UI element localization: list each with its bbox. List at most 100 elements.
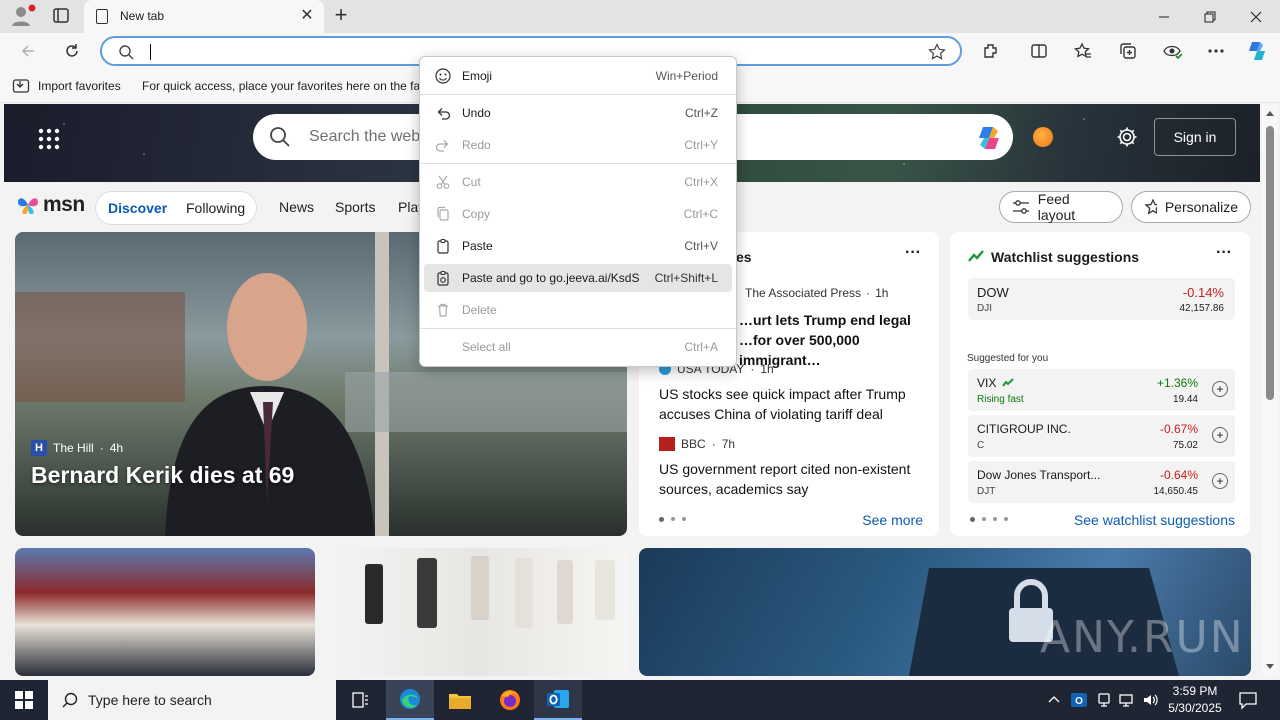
rewards-icon[interactable] [1033,127,1053,147]
collections-icon[interactable] [1115,39,1141,63]
tab-new-tab[interactable]: New tab ✕ [84,0,324,33]
watchlist-top-row[interactable]: DOW DJI -0.14% 42,157.86 [968,278,1235,320]
more-options-icon[interactable] [1203,39,1229,63]
task-view-icon[interactable] [336,680,384,720]
svg-text:O: O [1075,696,1083,707]
sliders-icon [1013,200,1029,214]
news-item-3-age: 7h [721,437,736,451]
close-window-button[interactable] [1233,0,1279,33]
edge-taskbar-icon[interactable] [386,680,434,720]
taskbar-search-placeholder: Type here to search [88,692,212,708]
refresh-button[interactable] [60,39,84,63]
favorite-star-icon[interactable] [928,43,946,61]
personalize-button[interactable]: Personalize [1131,191,1251,223]
taskbar-search-box[interactable]: Type here to search [48,680,336,720]
search-icon [119,45,134,60]
row-1-symbol: VIX [977,376,997,390]
menu-label: Delete [462,303,497,317]
sign-in-button[interactable]: Sign in [1154,118,1236,156]
watchlist-more-icon[interactable]: ··· [1216,244,1232,262]
copy-icon [434,205,452,223]
msn-logo-text: msn [43,193,85,216]
scrollbar-thumb[interactable] [1266,126,1274,400]
row-1-sub: Rising fast [977,394,1024,405]
settings-gear-icon[interactable] [1116,126,1138,148]
row-3-value: 14,650.45 [1153,486,1199,497]
nav-news[interactable]: News [279,199,314,215]
outlook-tray-icon[interactable]: O [1070,691,1088,709]
browser-essentials-icon[interactable] [1159,39,1185,63]
volume-icon[interactable] [1142,692,1160,708]
menu-label: Cut [462,175,481,189]
menu-divider [420,163,736,164]
hero-source: H The Hill · 4h [31,440,123,456]
minimize-button[interactable] [1141,0,1187,33]
news-pager-dots[interactable] [659,517,686,522]
menu-item-paste-and-go[interactable]: Paste and go to go.jeeva.ai/KsdS Ctrl+Sh… [424,264,732,292]
device-icon[interactable] [1096,692,1112,708]
import-favorites-button[interactable]: Import favorites [12,77,121,95]
article-image-trump-tariffs[interactable] [15,548,315,676]
feed-layout-button[interactable]: Feed layout [999,191,1123,223]
watch-row-vix[interactable]: VIX Rising fast +1.36% 19.44 + [968,369,1235,411]
copilot-logo-icon[interactable] [974,123,1004,153]
paste-icon [434,237,452,255]
close-tab-icon[interactable]: ✕ [298,6,316,26]
menu-item-undo[interactable]: Undo Ctrl+Z [424,99,732,127]
split-screen-icon[interactable] [1026,39,1052,63]
outlook-icon[interactable] [534,680,582,720]
new-tab-button[interactable]: + [330,4,352,28]
dot-separator: · [750,362,755,376]
nav-sports[interactable]: Sports [335,199,375,215]
tab-title: New tab [120,9,165,23]
add-vix-icon[interactable]: + [1212,381,1228,397]
news-item-2-headline[interactable]: US stocks see quick impact after Trump a… [659,384,929,424]
watch-row-djt[interactable]: Dow Jones Transport... DJT -0.64% 14,650… [968,461,1235,503]
watch-row-citigroup[interactable]: CITIGROUP INC. C -0.67% 75.02 + [968,415,1235,457]
file-explorer-icon[interactable] [436,680,484,720]
menu-item-emoji[interactable]: Emoji Win+Period [424,62,732,90]
news-item-3-meta: BBC · 7h [659,437,735,451]
menu-item-paste[interactable]: Paste Ctrl+V [424,232,732,260]
notifications-icon[interactable] [1238,690,1258,710]
row-3-sub: DJT [977,486,996,497]
hero-age: 4h [109,441,124,455]
show-hidden-icons-chevron-icon[interactable] [1048,694,1060,704]
menu-shortcut: Ctrl+V [684,239,718,253]
watchlist-card: Watchlist suggestions ··· DOW DJI -0.14%… [950,232,1250,536]
emoji-icon [434,67,452,85]
article-image-usb-cables[interactable] [327,548,627,676]
hero-title[interactable]: Bernard Kerik dies at 69 [31,462,294,489]
watermark: ANY.RUN [1040,612,1245,663]
news-more-icon[interactable]: ··· [905,244,921,262]
system-clock[interactable]: 3:59 PM 5/30/2025 [1160,683,1230,717]
tab-discover[interactable]: Discover [108,200,167,216]
apps-grid-icon[interactable] [38,128,60,150]
restore-button[interactable] [1187,0,1233,33]
vertical-scrollbar[interactable] [1262,104,1278,676]
row-1-change: +1.36% [1156,376,1198,390]
menu-shortcut: Ctrl+X [684,175,718,189]
watchlist-pager-dots[interactable] [970,517,1008,522]
menu-divider [420,328,736,329]
see-watchlist-link[interactable]: See watchlist suggestions [1074,512,1235,528]
news-item-3-headline[interactable]: US government report cited non-existent … [659,459,929,499]
firefox-icon[interactable] [486,680,534,720]
tab-actions-icon[interactable] [50,6,72,26]
add-djt-icon[interactable]: + [1212,473,1228,489]
msn-logo[interactable]: msn [16,191,85,219]
extensions-icon[interactable] [978,39,1004,63]
tab-following[interactable]: Following [186,200,245,216]
favorites-icon[interactable] [1070,39,1096,63]
news-item-1-headline[interactable]: …urt lets Trump end legal …for over 500,… [739,310,925,370]
network-icon[interactable] [1118,692,1136,708]
start-button[interactable] [0,680,48,720]
profile-icon[interactable] [8,4,36,28]
menu-label: Select all [462,340,511,354]
see-more-link[interactable]: See more [862,512,923,528]
row-3-symbol: Dow Jones Transport... [977,468,1101,482]
menu-shortcut: Ctrl+A [684,340,718,354]
add-citigroup-icon[interactable]: + [1212,427,1228,443]
copilot-icon[interactable] [1244,39,1270,63]
back-button[interactable] [16,39,40,63]
